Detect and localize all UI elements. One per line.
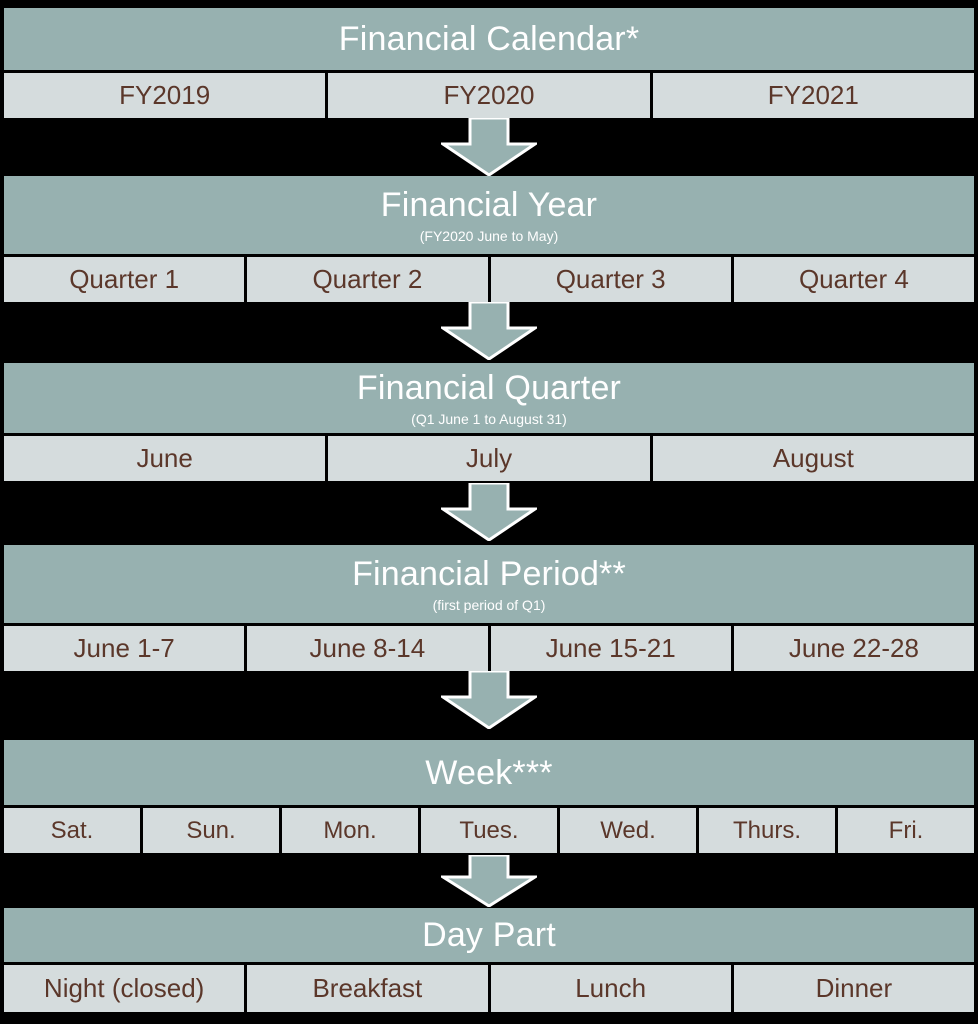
- cell-fy2019[interactable]: FY2019: [4, 73, 326, 118]
- cell-saturday[interactable]: Sat.: [4, 808, 140, 853]
- cell-quarter-2[interactable]: Quarter 2: [247, 257, 488, 302]
- cell-quarter-3[interactable]: Quarter 3: [490, 257, 731, 302]
- financial-calendar-diagram: Financial Calendar* FY2019 FY2020 FY2021…: [0, 0, 978, 1024]
- level-header-financial-year: Financial Year (FY2020 June to May): [4, 176, 974, 254]
- cell-june-15-21[interactable]: June 15-21: [490, 626, 731, 671]
- arrow-calendar-to-year: [441, 118, 537, 176]
- cell-night-closed[interactable]: Night (closed): [4, 965, 245, 1012]
- arrow-year-to-quarter: [441, 302, 537, 360]
- cell-lunch[interactable]: Lunch: [490, 965, 731, 1012]
- cell-june-22-28[interactable]: June 22-28: [733, 626, 974, 671]
- level-title: Financial Year: [380, 185, 598, 224]
- cell-june[interactable]: June: [4, 436, 326, 481]
- level-cells-financial-calendar: FY2019 FY2020 FY2021: [4, 73, 974, 118]
- down-arrow-icon: [441, 302, 537, 360]
- cell-fy2020[interactable]: FY2020: [328, 73, 650, 118]
- cell-dinner[interactable]: Dinner: [733, 965, 974, 1012]
- level-cells-financial-year: Quarter 1 Quarter 2 Quarter 3 Quarter 4: [4, 257, 974, 302]
- cell-sunday[interactable]: Sun.: [143, 808, 279, 853]
- level-subtitle: (FY2020 June to May): [419, 227, 559, 244]
- cell-fy2021[interactable]: FY2021: [652, 73, 974, 118]
- level-week: Week*** Sat. Sun. Mon. Tues. Wed. Thurs.…: [4, 740, 974, 853]
- arrow-period-to-week: [441, 671, 537, 729]
- level-subtitle: (Q1 June 1 to August 31): [411, 410, 567, 427]
- level-day-part: Day Part Night (closed) Breakfast Lunch …: [4, 908, 974, 1012]
- level-title: Day Part: [422, 916, 556, 954]
- level-financial-quarter: Financial Quarter (Q1 June 1 to August 3…: [4, 363, 974, 481]
- down-arrow-icon: [441, 483, 537, 541]
- down-arrow-icon: [441, 855, 537, 907]
- level-cells-financial-period: June 1-7 June 8-14 June 15-21 June 22-28: [4, 626, 974, 671]
- cell-monday[interactable]: Mon.: [282, 808, 418, 853]
- cell-breakfast[interactable]: Breakfast: [247, 965, 488, 1012]
- level-title: Week***: [425, 753, 553, 792]
- level-header-financial-quarter: Financial Quarter (Q1 June 1 to August 3…: [4, 363, 974, 433]
- cell-thursday[interactable]: Thurs.: [699, 808, 835, 853]
- level-cells-week: Sat. Sun. Mon. Tues. Wed. Thurs. Fri.: [4, 808, 974, 853]
- level-header-financial-period: Financial Period** (first period of Q1): [4, 545, 974, 623]
- arrow-quarter-to-period: [441, 483, 537, 541]
- level-cells-day-part: Night (closed) Breakfast Lunch Dinner: [4, 965, 974, 1012]
- cell-wednesday[interactable]: Wed.: [560, 808, 696, 853]
- level-financial-period: Financial Period** (first period of Q1) …: [4, 545, 974, 671]
- cell-july[interactable]: July: [328, 436, 650, 481]
- cell-tuesday[interactable]: Tues.: [421, 808, 557, 853]
- level-header-financial-calendar: Financial Calendar*: [4, 8, 974, 70]
- level-title: Financial Period**: [352, 554, 626, 593]
- level-header-week: Week***: [4, 740, 974, 805]
- level-title: Financial Quarter: [356, 368, 622, 407]
- cell-august[interactable]: August: [652, 436, 974, 481]
- cell-quarter-4[interactable]: Quarter 4: [733, 257, 974, 302]
- level-financial-year: Financial Year (FY2020 June to May) Quar…: [4, 176, 974, 302]
- down-arrow-icon: [441, 118, 537, 176]
- level-financial-calendar: Financial Calendar* FY2019 FY2020 FY2021: [4, 8, 974, 118]
- cell-quarter-1[interactable]: Quarter 1: [4, 257, 245, 302]
- cell-june-1-7[interactable]: June 1-7: [4, 626, 245, 671]
- down-arrow-icon: [441, 671, 537, 729]
- cell-june-8-14[interactable]: June 8-14: [247, 626, 488, 671]
- level-cells-financial-quarter: June July August: [4, 436, 974, 481]
- level-subtitle: (first period of Q1): [432, 596, 546, 613]
- level-header-day-part: Day Part: [4, 908, 974, 962]
- level-title: Financial Calendar*: [338, 20, 640, 58]
- cell-friday[interactable]: Fri.: [838, 808, 974, 853]
- arrow-week-to-daypart: [441, 855, 537, 907]
